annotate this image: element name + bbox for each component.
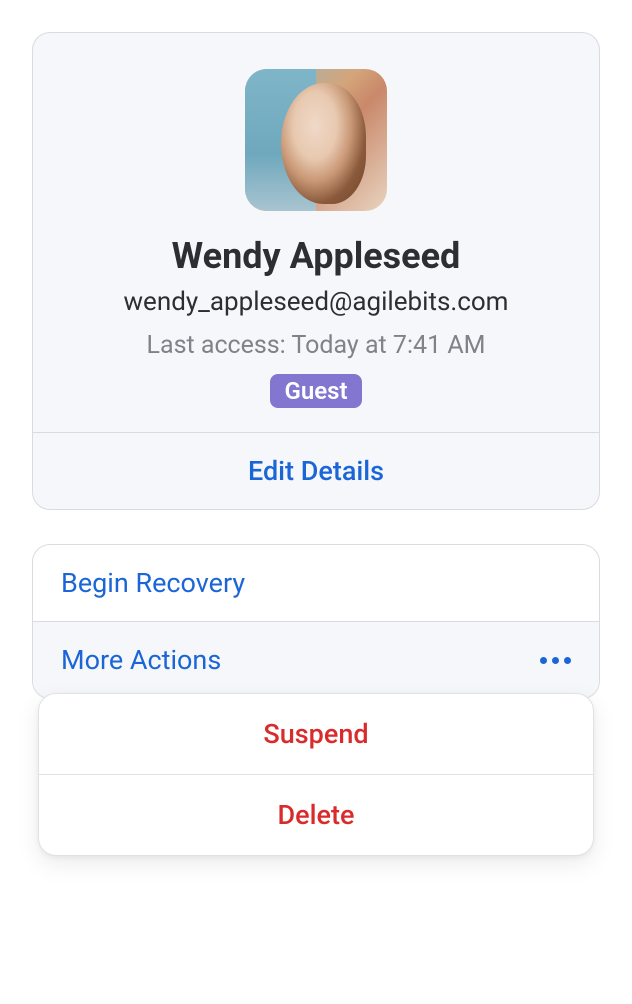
avatar[interactable]	[245, 69, 387, 211]
profile-card: Wendy Appleseed wendy_appleseed@agilebit…	[32, 32, 600, 510]
suspend-button[interactable]: Suspend	[39, 694, 593, 775]
edit-details-label: Edit Details	[248, 455, 384, 487]
delete-button[interactable]: Delete	[39, 775, 593, 855]
profile-email: wendy_appleseed@agilebits.com	[124, 287, 509, 317]
begin-recovery-label: Begin Recovery	[61, 567, 245, 599]
begin-recovery-button[interactable]: Begin Recovery	[33, 545, 599, 622]
more-actions-popup: Suspend Delete	[38, 693, 594, 856]
edit-details-button[interactable]: Edit Details	[33, 432, 599, 509]
actions-card: Begin Recovery More Actions	[32, 544, 600, 699]
last-access-label: Last access: Today at 7:41 AM	[147, 331, 486, 360]
profile-section: Wendy Appleseed wendy_appleseed@agilebit…	[33, 33, 599, 432]
role-badge: Guest	[270, 374, 361, 408]
more-actions-button[interactable]: More Actions	[33, 622, 599, 698]
more-actions-label: More Actions	[61, 644, 221, 676]
profile-name: Wendy Appleseed	[172, 235, 461, 277]
more-icon	[540, 657, 571, 664]
